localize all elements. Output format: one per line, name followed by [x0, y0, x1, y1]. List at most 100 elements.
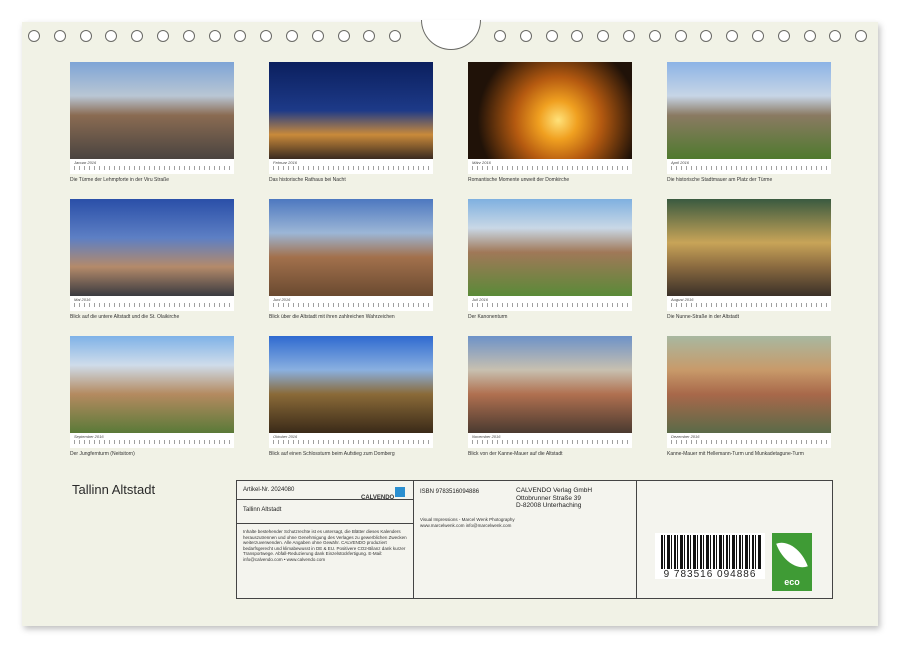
month-photo [70, 199, 234, 296]
calendar-strip: Oktober 2016 [269, 433, 433, 448]
month-photo [70, 336, 234, 433]
day-grid [273, 303, 429, 307]
calendar-strip: Januar 2016 [70, 159, 234, 174]
info-middle-column: ISBN 9783516094886 CALVENDO Verlag GmbH … [414, 481, 637, 598]
month-caption: Blick auf einen Schlossturm beim Aufstie… [269, 451, 395, 457]
binding-ring [494, 30, 506, 42]
month-label: Oktober 2016 [273, 434, 298, 439]
binding-ring [208, 30, 221, 42]
binding-ring [311, 30, 324, 42]
month-page: Juni 2016 Blick über die Altstadt mit ihr… [269, 199, 433, 320]
photographer-credits: Visual Impressions - Marcel Wenk Photogr… [420, 517, 515, 528]
binding-ring [79, 30, 92, 42]
calendar-strip: April 2016 [667, 159, 831, 174]
month-photo [667, 199, 831, 296]
binding-ring [777, 30, 790, 42]
month-caption: Blick auf die untere Altstadt und die St… [70, 314, 180, 320]
month-label: August 2016 [671, 297, 694, 302]
month-caption: Romantische Momente unweit der Domkirche [468, 177, 570, 183]
month-page: März 2016 Romantische Momente unweit der … [468, 62, 632, 183]
barcode-bars [661, 535, 761, 569]
calendar-strip: Mai 2016 [70, 296, 234, 311]
month-caption: Der Kanonenturm [468, 314, 508, 320]
info-box: Artikel-Nr. 2024080 CALVENDO Tallinn Alt… [236, 480, 833, 599]
binding-ring [803, 30, 816, 42]
binding-ring [337, 30, 350, 42]
eco-leaf-icon: eco [772, 533, 812, 591]
month-page: April 2016 Die historische Stadtmauer am … [667, 62, 831, 183]
binding-ring [157, 30, 169, 42]
month-photo [468, 336, 632, 433]
calendar-strip: November 2016 [468, 433, 632, 448]
month-photo [667, 336, 831, 433]
calendar-strip: Juli 2016 [468, 296, 632, 311]
month-label: September 2016 [74, 434, 104, 439]
month-caption: Das historische Rathaus bei Nacht [269, 177, 346, 183]
binding-ring [234, 30, 247, 42]
month-caption: Die Türme der Lehmpforte in der Viru Str… [70, 177, 170, 183]
binding-ring [648, 30, 661, 42]
binding-ring [53, 30, 66, 42]
month-label: Juni 2016 [273, 297, 291, 302]
month-page: Januar 2016 Die Türme der Lehmpforte in d… [70, 62, 234, 183]
day-grid [74, 166, 230, 170]
month-label: Dezember 2016 [671, 434, 700, 439]
month-photo [269, 336, 433, 433]
isbn: ISBN 9783516094886 [420, 489, 480, 495]
calendar-back-page: Januar 2016 Die Türme der Lehmpforte in d… [22, 20, 878, 626]
binding-ring [752, 30, 764, 42]
binding-ring [182, 30, 195, 42]
month-page: November 2016 Blick von der Kanne-Mauer a… [468, 336, 632, 457]
binding-ring [674, 30, 687, 42]
calendar-strip: Juni 2016 [269, 296, 433, 311]
calendar-strip: Februar 2016 [269, 159, 433, 174]
month-label: Mai 2016 [74, 297, 91, 302]
day-grid [671, 166, 827, 170]
binding-ring [571, 30, 584, 42]
month-photo [70, 62, 234, 159]
month-caption: Die Nunne-Straße in der Altstadt [667, 314, 739, 320]
month-photo [468, 199, 632, 296]
publisher-address: CALVENDO Verlag GmbH Ottobrunner Straße … [516, 487, 593, 509]
binding-ring [700, 30, 713, 42]
month-page: Dezember 2016 Kanne-Mauer mit Hellemann-T… [667, 336, 831, 457]
calendar-title: Tallinn Altstadt [72, 482, 156, 497]
month-page: Juli 2016 Der Kanonenturm [468, 199, 632, 320]
legal-text: Inhalte bestehender Schutzrechte ist es … [243, 529, 407, 562]
month-label: November 2016 [472, 434, 501, 439]
month-photo [269, 199, 433, 296]
month-caption: Der Jungfernturm (Neitsitorn) [70, 451, 135, 457]
calendar-strip: September 2016 [70, 433, 234, 448]
binding-ring [519, 30, 532, 42]
day-grid [472, 303, 628, 307]
binding-ring [829, 30, 842, 42]
day-grid [74, 303, 230, 307]
month-photo [269, 62, 433, 159]
month-label: März 2016 [472, 160, 491, 165]
binding-ring [855, 30, 868, 42]
month-caption: Kanne-Mauer mit Hellemann-Turm und Munka… [667, 451, 804, 457]
month-page: August 2016 Die Nunne-Straße in der Altst… [667, 199, 831, 320]
binding-ring [363, 30, 376, 42]
binding-ring [286, 30, 298, 42]
day-grid [671, 440, 827, 444]
binding-ring [545, 30, 558, 42]
month-page: September 2016 Der Jungfernturm (Neitsito… [70, 336, 234, 457]
calendar-strip: August 2016 [667, 296, 831, 311]
barcode: 9 783516 094886 [655, 533, 765, 580]
calendar-strip: März 2016 [468, 159, 632, 174]
day-grid [472, 440, 628, 444]
month-caption: Blick über die Altstadt mit ihren zahlre… [269, 314, 395, 320]
day-grid [74, 440, 230, 444]
ean-number: 9 783516 094886 [663, 569, 757, 580]
month-page: Mai 2016 Blick auf die untere Altstadt un… [70, 199, 234, 320]
month-page: Februar 2016 Das historische Rathaus bei … [269, 62, 433, 183]
month-photo [468, 62, 632, 159]
day-grid [273, 440, 429, 444]
month-label: Januar 2016 [74, 160, 97, 165]
product-title: Tallinn Altstadt [243, 507, 282, 513]
calvendo-logo: CALVENDO [361, 486, 405, 501]
binding-ring [28, 30, 40, 42]
binding-ring [623, 30, 635, 42]
binding-ring [726, 30, 739, 42]
